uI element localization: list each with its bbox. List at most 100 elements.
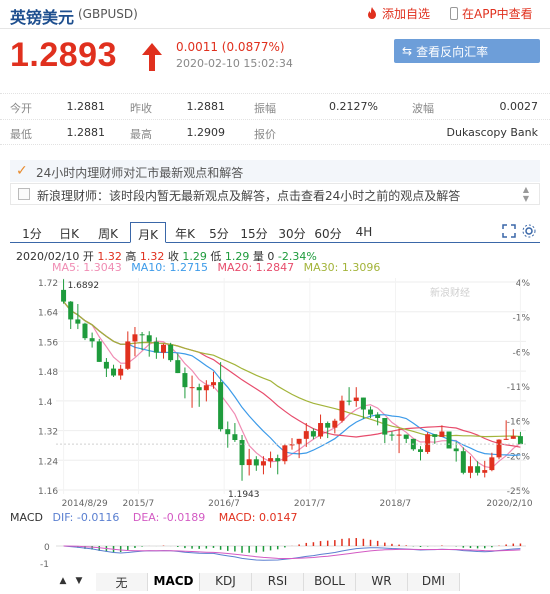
tab-30min[interactable]: 30分 — [276, 222, 308, 243]
candle-body — [282, 445, 288, 462]
pair-code: (GBPUSD) — [78, 7, 138, 21]
x-tick-label: 2015/7 — [123, 499, 155, 509]
candle-body — [467, 466, 473, 473]
candle-body — [253, 459, 259, 466]
macd-label: MACD: — [218, 511, 256, 524]
candle-body — [96, 341, 102, 362]
quote-label: 最低 — [10, 128, 32, 141]
fullscreen-icon[interactable] — [502, 224, 516, 238]
tab-60min[interactable]: 60分 — [312, 222, 344, 243]
x-tick-label: 2020/2/10 — [486, 499, 532, 509]
quote-value: 0.2127% — [329, 100, 378, 113]
candle-body — [489, 457, 495, 471]
y-tick-label: 1.48 — [38, 368, 58, 378]
macd-chart: 0 -1 — [40, 538, 526, 570]
candle-body — [68, 301, 74, 320]
scroll-right-button[interactable]: ▼ — [72, 573, 86, 589]
candle-body — [118, 368, 124, 376]
scroll-arrows-icon[interactable]: ▲ ▼ — [523, 185, 529, 203]
quote-label: 最高 — [130, 128, 152, 141]
analyst-header[interactable]: ✓ 24小时内理财师对汇市最新观点和解答 — [10, 160, 540, 182]
tab-kdj[interactable]: KDJ — [200, 573, 252, 591]
candle-body — [203, 385, 209, 391]
tab-daily[interactable]: 日K — [54, 222, 84, 243]
pct-tick-label: -20% — [507, 452, 531, 462]
candle-body — [375, 414, 381, 419]
chart-period-tabs: 1分 日K 周K 月K 年K 5分 15分 30分 60分 4H — [10, 222, 540, 243]
quote-label: 振幅 — [254, 102, 276, 115]
candle-body — [218, 382, 224, 430]
candle-body — [146, 335, 152, 342]
dea-value: -0.0189 — [162, 511, 206, 524]
candle-body — [161, 344, 167, 353]
candle-body — [175, 360, 181, 374]
pct-tick-label: -16% — [507, 418, 531, 428]
y-tick-label: 1.16 — [38, 487, 58, 497]
quote-label: 今开 — [10, 102, 32, 115]
price-change: 0.0011 (0.0877%) — [176, 40, 285, 54]
macd-tick-label: -1 — [40, 560, 49, 570]
candle-body — [439, 431, 445, 437]
candle-body — [360, 397, 366, 410]
tab-15min[interactable]: 15分 — [238, 222, 270, 243]
candle-body — [225, 429, 231, 435]
analyst-text: 新浪理财师：该时段内暂无最新观点及解答，点击查看24小时之前的观点及解答 — [37, 189, 461, 203]
tab-macd[interactable]: MACD — [148, 573, 200, 591]
tab-none[interactable]: 无 — [96, 573, 148, 591]
quote-label: 报价 — [254, 128, 276, 141]
tab-4h[interactable]: 4H — [350, 222, 378, 243]
candle-body — [389, 434, 395, 436]
tab-1min[interactable]: 1分 — [18, 222, 46, 243]
x-tick-label: 2016/7 — [208, 499, 240, 509]
add-watchlist-button[interactable]: 添加自选 — [366, 5, 430, 22]
tab-dmi[interactable]: DMI — [408, 573, 460, 591]
low-label: 1.1943 — [228, 490, 260, 500]
y-tick-label: 1.56 — [38, 338, 58, 348]
pct-tick-label: -1% — [512, 314, 530, 324]
swap-icon: ⇆ — [402, 44, 413, 58]
y-tick-label: 1.64 — [38, 309, 58, 319]
candle-body — [139, 334, 145, 336]
candle-body — [517, 436, 523, 445]
candle-body — [111, 368, 117, 376]
scroll-left-button[interactable]: ▲ — [56, 573, 70, 589]
user-icon — [18, 188, 30, 200]
tab-weekly[interactable]: 周K — [92, 222, 124, 243]
dif-label: DIF: — [52, 511, 74, 524]
quote-label: 波幅 — [412, 102, 434, 115]
settings-icon[interactable] — [522, 224, 536, 238]
candle-body — [260, 461, 266, 466]
candle-body — [460, 451, 466, 473]
reverse-rate-label: 查看反向汇率 — [416, 44, 489, 59]
candle-body — [275, 458, 281, 462]
tab-boll[interactable]: BOLL — [304, 573, 356, 591]
candle-body — [61, 289, 67, 302]
macd-title: MACD — [10, 511, 43, 524]
open-in-app-label: 在APP中查看 — [462, 7, 533, 21]
candle-body — [82, 323, 88, 339]
reverse-rate-button[interactable]: ⇆ 查看反向汇率 — [394, 39, 540, 63]
candle-body — [182, 373, 188, 388]
analyst-message[interactable]: 新浪理财师：该时段内暂无最新观点及解答，点击查看24小时之前的观点及解答 ▲ ▼ — [10, 183, 540, 205]
tab-wr[interactable]: WR — [356, 573, 408, 591]
tab-rsi[interactable]: RSI — [252, 573, 304, 591]
kline-chart[interactable]: 1.72 1.64 1.56 1.48 1.4 1.32 1.24 1.16 4% -1% -6% -… — [0, 272, 550, 512]
tab-5min[interactable]: 5分 — [206, 222, 232, 243]
y-tick-label: 1.4 — [38, 398, 53, 408]
x-tick-label: 2017/7 — [294, 499, 326, 509]
header-bar: 英镑美元 (GBPUSD) 添加自选 在APP中查看 — [0, 0, 550, 28]
tab-monthly[interactable]: 月K — [130, 222, 166, 243]
candle-body — [510, 436, 516, 439]
tab-yearly[interactable]: 年K — [170, 222, 200, 243]
candle-body — [318, 423, 324, 437]
candle-body — [332, 420, 338, 428]
candle-body — [503, 438, 509, 440]
open-in-app-button[interactable]: 在APP中查看 — [450, 5, 533, 22]
candle-body — [325, 423, 331, 428]
add-watchlist-label: 添加自选 — [382, 7, 431, 21]
flame-icon — [368, 7, 376, 19]
dea-label: DEA: — [132, 511, 160, 524]
quote-table: 今开 1.2881 昨收 1.2881 振幅 0.2127% 波幅 0.0027… — [0, 93, 550, 145]
candle-body — [432, 434, 438, 437]
checkmark-icon: ✓ — [16, 163, 28, 179]
